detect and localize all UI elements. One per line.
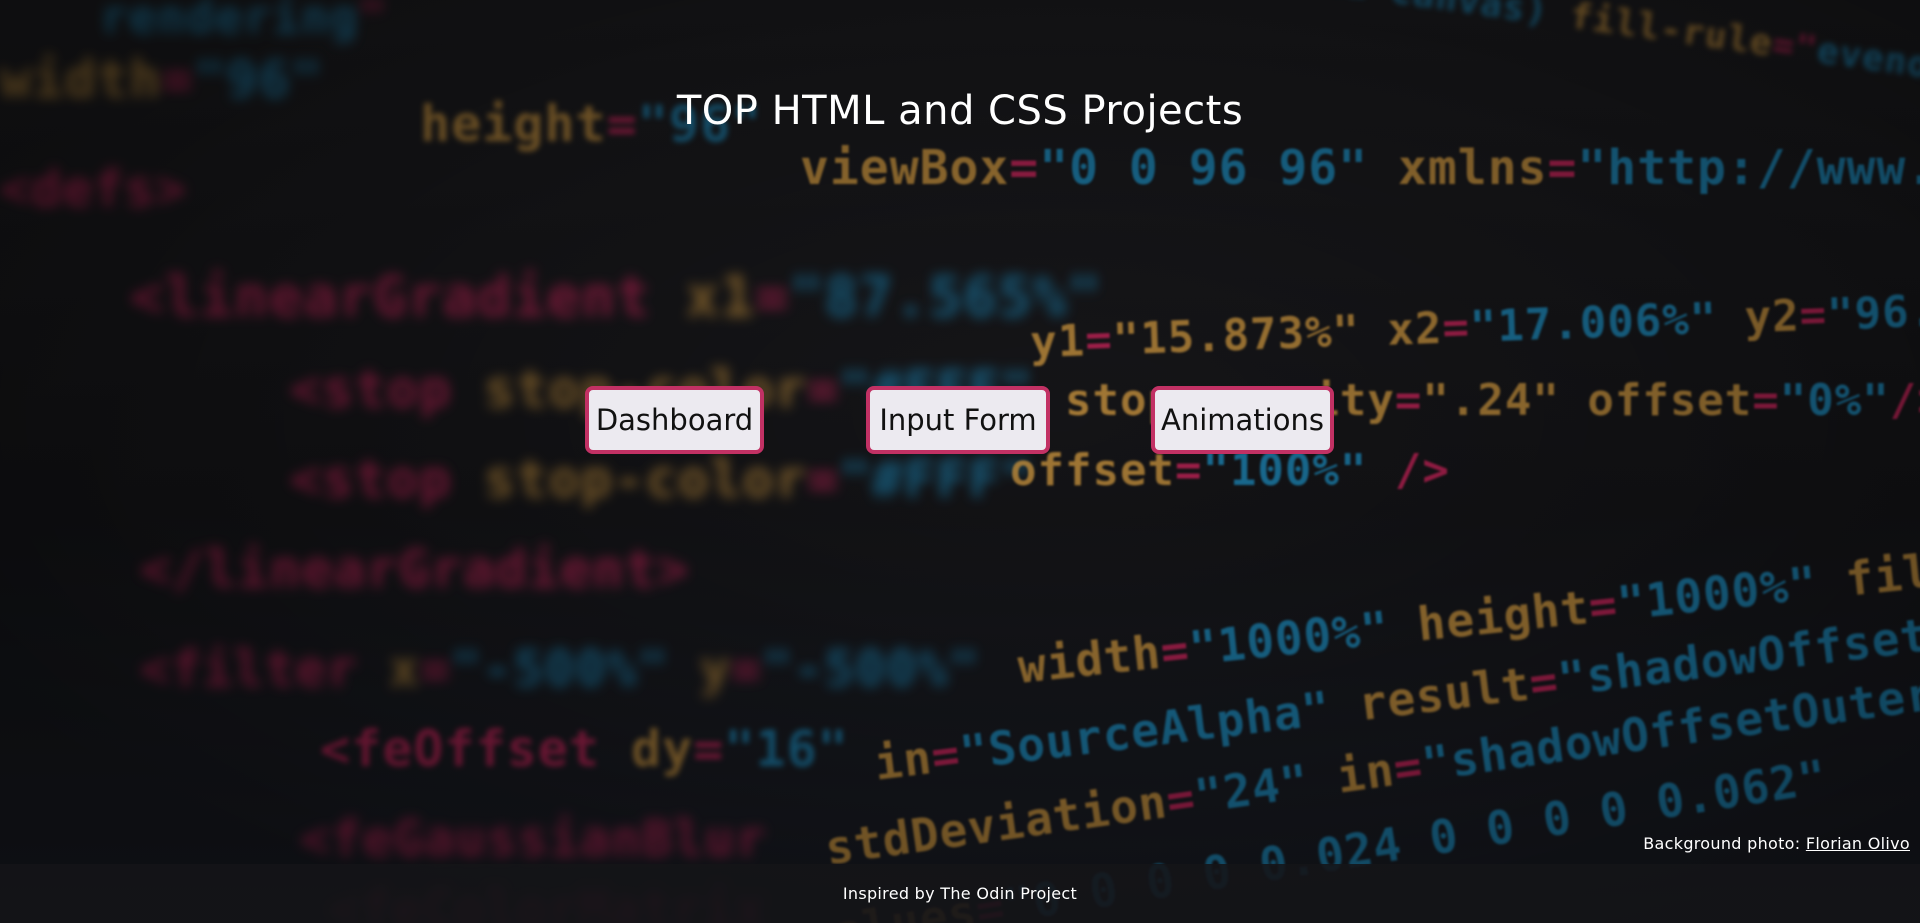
footer-text: Inspired by The Odin Project [842, 884, 1078, 903]
dashboard-button[interactable]: Dashboard [585, 386, 764, 454]
page: rendering" (media-canvas) fill-rule="eve… [0, 0, 1920, 923]
photo-credit: Background photo: Florian Olivo [1643, 834, 1910, 853]
page-title: TOP HTML and CSS Projects [676, 88, 1244, 134]
background-photo: rendering" (media-canvas) fill-rule="eve… [0, 0, 1920, 923]
photo-credit-label: Background photo: [1643, 834, 1801, 853]
background-vignette [0, 0, 1920, 923]
input-form-button[interactable]: Input Form [866, 386, 1050, 454]
footer: Inspired by The Odin Project [0, 864, 1920, 923]
animations-button[interactable]: Animations [1151, 386, 1334, 454]
photo-author-link[interactable]: Florian Olivo [1806, 834, 1910, 853]
